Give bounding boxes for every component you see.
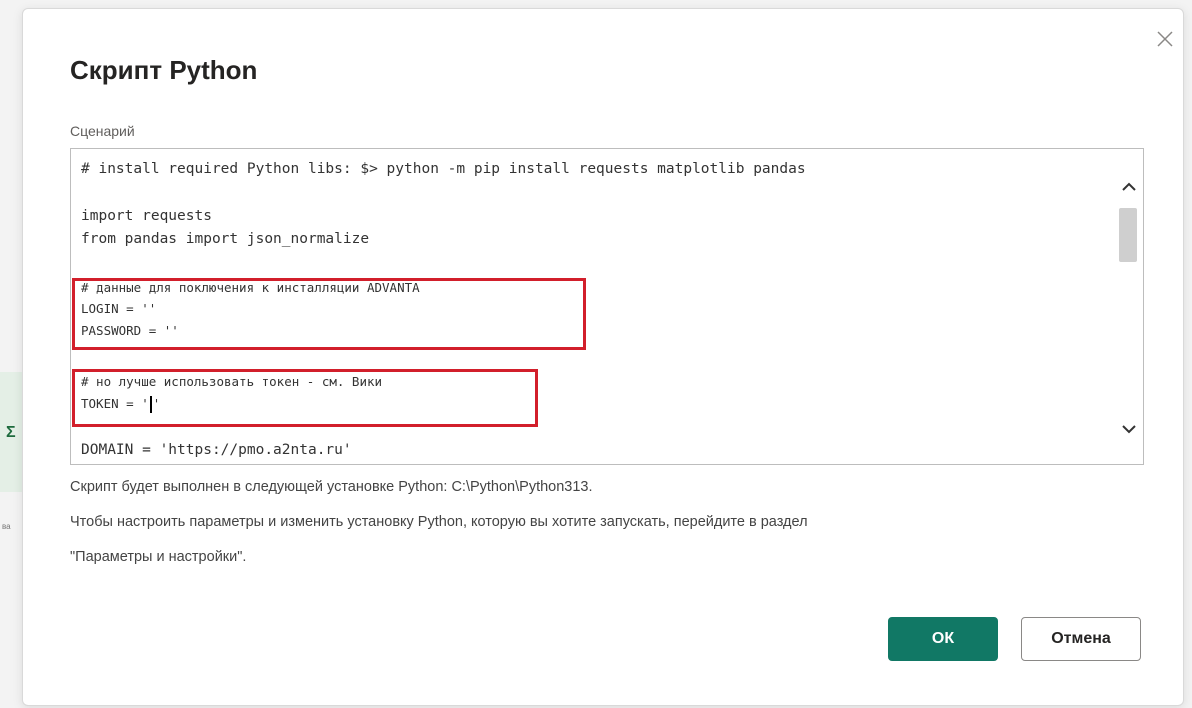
scroll-down-button[interactable] bbox=[1118, 418, 1140, 440]
cancel-button[interactable]: Отмена bbox=[1021, 617, 1141, 661]
settings-hint-link-text: "Параметры и настройки". bbox=[70, 549, 247, 565]
chevron-down-icon bbox=[1122, 425, 1136, 434]
background-ribbon: Σ bbox=[0, 372, 22, 492]
dialog-title: Скрипт Python bbox=[70, 55, 258, 85]
background-text: ва bbox=[2, 522, 11, 531]
python-script-dialog: Скрипт Python Сценарий # install require… bbox=[22, 8, 1184, 706]
highlight-box-token bbox=[72, 369, 538, 427]
code-line: DOMAIN = 'https://pmo.a2nta.ru' bbox=[81, 442, 352, 458]
background-glyph: Σ bbox=[6, 424, 16, 441]
editor-scrollbar[interactable] bbox=[1115, 148, 1142, 465]
highlight-box-credentials bbox=[72, 278, 586, 350]
code-line: import requests bbox=[81, 208, 212, 224]
python-install-info: Скрипт будет выполнен в следующей устано… bbox=[70, 479, 593, 495]
close-icon bbox=[1157, 31, 1173, 47]
chevron-up-icon bbox=[1122, 182, 1136, 191]
scroll-up-button[interactable] bbox=[1118, 176, 1140, 198]
code-line: from pandas import json_normalize bbox=[81, 231, 370, 247]
code-line: # install required Python libs: $> pytho… bbox=[81, 161, 806, 177]
scroll-thumb[interactable] bbox=[1119, 208, 1137, 262]
script-editor[interactable]: # install required Python libs: $> pytho… bbox=[70, 148, 1144, 465]
settings-hint: Чтобы настроить параметры и изменить уст… bbox=[70, 514, 808, 530]
close-button[interactable] bbox=[1152, 26, 1178, 52]
ok-button[interactable]: ОК bbox=[888, 617, 998, 661]
script-field-label: Сценарий bbox=[70, 123, 135, 139]
